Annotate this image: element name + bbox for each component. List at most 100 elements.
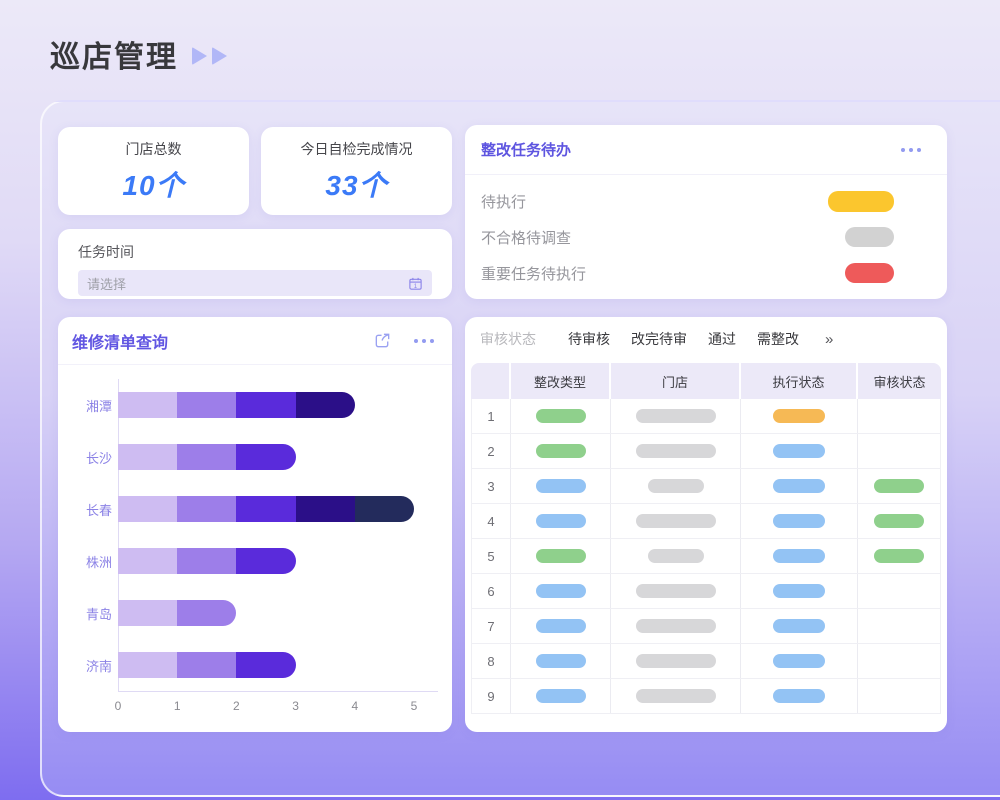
stat-card-self-check: 今日自检完成情况 33个 (261, 127, 452, 215)
table-column-header: 门店 (611, 363, 741, 399)
table-row[interactable]: 7 (471, 609, 941, 644)
table-cell (511, 679, 611, 713)
table-cell (741, 644, 858, 678)
row-number: 2 (487, 444, 494, 459)
todo-item-label: 待执行 (481, 191, 526, 212)
table-cell (858, 434, 941, 468)
status-pill (773, 444, 825, 458)
filter-option[interactable]: 改完待审 (631, 329, 687, 349)
table-row[interactable]: 4 (471, 504, 941, 539)
table-cell (741, 469, 858, 503)
stacked-bar[interactable] (118, 652, 296, 678)
export-icon[interactable] (373, 331, 392, 350)
row-number: 3 (487, 479, 494, 494)
table-row[interactable]: 1 (471, 399, 941, 434)
table-cell: 8 (471, 644, 511, 678)
bar-segment (177, 496, 236, 522)
stacked-bar[interactable] (118, 548, 296, 574)
todo-card-title: 整改任务待办 (481, 139, 571, 160)
filter-option[interactable]: 通过 (708, 329, 736, 349)
status-pill (874, 549, 924, 563)
table-cell: 3 (471, 469, 511, 503)
status-pill (536, 409, 586, 423)
chart-x-tick-label: 5 (411, 699, 418, 713)
todo-item[interactable]: 重要任务待执行 (465, 255, 947, 291)
review-status-filter: 审核状态 待审核改完待审通过需整改 » (465, 317, 947, 361)
bar-segment (236, 652, 295, 678)
status-pill (773, 549, 825, 563)
more-options-icon[interactable] (901, 148, 921, 152)
status-pill (636, 444, 716, 458)
status-pill (773, 409, 825, 423)
status-pill (636, 409, 716, 423)
status-pill (773, 654, 825, 668)
chart-x-tick-label: 3 (292, 699, 299, 713)
table-row[interactable]: 6 (471, 574, 941, 609)
table-cell (611, 574, 741, 608)
status-pill (773, 514, 825, 528)
bar-segment (296, 392, 355, 418)
filter-option[interactable]: 需整改 (757, 329, 799, 349)
status-pill (536, 444, 586, 458)
chart-category-label: 长沙 (72, 448, 112, 467)
status-pill (636, 689, 716, 703)
status-pill (536, 514, 586, 528)
task-time-placeholder: 请选择 (87, 274, 408, 293)
stacked-bar[interactable] (118, 392, 355, 418)
chart-x-tick-label: 2 (233, 699, 240, 713)
stacked-bar[interactable] (118, 600, 236, 626)
todo-card: 整改任务待办 待执行不合格待调查重要任务待执行 (465, 125, 947, 299)
play-icon (212, 47, 227, 65)
row-number: 1 (487, 409, 494, 424)
chart-bar-row: 济南 (72, 639, 438, 691)
todo-item[interactable]: 不合格待调查 (465, 219, 947, 255)
table-row[interactable]: 8 (471, 644, 941, 679)
table-cell: 9 (471, 679, 511, 713)
row-number: 6 (487, 584, 494, 599)
chart-bar-row: 长沙 (72, 431, 438, 483)
calendar-icon[interactable]: 1 (408, 276, 423, 291)
table-cell (611, 609, 741, 643)
table-row[interactable]: 9 (471, 679, 941, 714)
bar-segment (236, 392, 295, 418)
table-cell: 4 (471, 504, 511, 538)
todo-item[interactable]: 待执行 (465, 183, 947, 219)
bar-segment (296, 496, 355, 522)
status-pill (636, 654, 716, 668)
table-row[interactable]: 3 (471, 469, 941, 504)
table-cell (741, 434, 858, 468)
page-header: 巡店管理 (50, 32, 227, 76)
table-cell (858, 609, 941, 643)
table-row[interactable]: 2 (471, 434, 941, 469)
chart-x-tick-label: 0 (115, 699, 122, 713)
status-pill (536, 584, 586, 598)
table-cell (858, 504, 941, 538)
status-pill (536, 654, 586, 668)
table-row[interactable]: 5 (471, 539, 941, 574)
more-options-icon[interactable] (414, 339, 434, 343)
status-pill (536, 479, 586, 493)
chart-x-ticks: 012345 (72, 699, 438, 715)
task-time-picker[interactable]: 请选择 1 (78, 270, 432, 296)
stacked-bar[interactable] (118, 444, 296, 470)
bar-segment (177, 600, 236, 626)
review-table-card: 审核状态 待审核改完待审通过需整改 » 整改类型门店执行状态审核状态 12345… (465, 317, 947, 732)
table-cell: 2 (471, 434, 511, 468)
task-time-label: 任务时间 (78, 242, 432, 262)
status-pill (773, 689, 825, 703)
stacked-bar[interactable] (118, 496, 414, 522)
status-pill (636, 514, 716, 528)
chart-y-axis (118, 379, 119, 691)
filter-more-chevron[interactable]: » (825, 331, 833, 348)
row-number: 8 (487, 654, 494, 669)
status-pill (874, 479, 924, 493)
bar-segment (236, 496, 295, 522)
table-cell: 7 (471, 609, 511, 643)
row-number: 4 (487, 514, 494, 529)
status-pill (773, 619, 825, 633)
bar-segment (177, 392, 236, 418)
filter-option[interactable]: 待审核 (568, 329, 610, 349)
page-title: 巡店管理 (50, 32, 178, 76)
table-cell (741, 679, 858, 713)
bar-segment (177, 444, 236, 470)
